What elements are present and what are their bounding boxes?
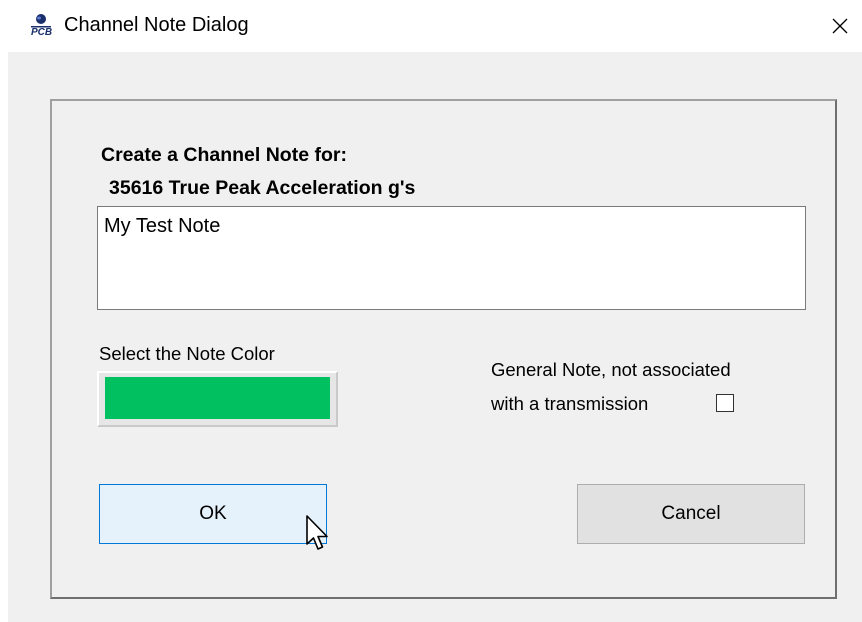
close-button[interactable] <box>818 6 862 46</box>
note-color-picker[interactable] <box>97 371 338 427</box>
general-note-label-line2: with a transmission <box>491 393 649 414</box>
svg-text:PCB: PCB <box>31 27 52 37</box>
general-note-label-line1: General Note, not associated <box>491 359 731 380</box>
general-note-checkbox[interactable] <box>716 394 734 412</box>
note-color-label: Select the Note Color <box>99 343 275 364</box>
note-text-input[interactable] <box>97 206 806 310</box>
close-icon[interactable] <box>831 17 849 35</box>
ok-button[interactable]: OK <box>99 484 327 544</box>
ok-button-label: OK <box>199 503 227 524</box>
note-color-fill[interactable] <box>105 377 330 419</box>
heading-channel-name: 35616 True Peak Acceleration g's <box>109 177 416 199</box>
cancel-button[interactable]: Cancel <box>577 484 805 544</box>
heading-create-note: Create a Channel Note for: <box>101 144 347 166</box>
cancel-button-label: Cancel <box>661 503 721 524</box>
pcb-logo-icon: PCB <box>31 14 52 37</box>
window-title: Channel Note Dialog <box>64 14 249 36</box>
title-bar: PCB Channel Note Dialog <box>0 0 862 52</box>
